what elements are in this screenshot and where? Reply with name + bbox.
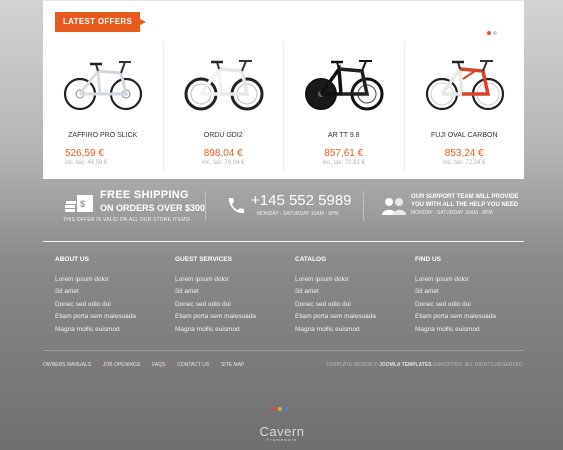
footer-link[interactable]: Lorem ipsum dolor — [55, 276, 109, 283]
footer-link[interactable]: Magna mollis euismod — [295, 326, 360, 333]
product-card[interactable]: ORDU GDI2 898,04 € inc. tax: 76,04 € — [162, 41, 284, 171]
bottom-link-job-openings[interactable]: Job Openings — [103, 362, 141, 368]
footer-divider — [43, 350, 524, 351]
footer-link[interactable]: Donec sed odio dui — [295, 301, 351, 308]
phone-hours: MONDAY - SATURDAY 10AM - 8PM — [257, 211, 339, 217]
product-name[interactable]: ZAFFIRO PRO SLICK — [43, 132, 163, 139]
section-divider — [43, 241, 524, 242]
product-list: ZAFFIRO PRO SLICK 526,59 € inc. tax: 44,… — [43, 41, 524, 171]
footer-column-guest-services: GUEST SERVICES Lorem ipsum dolor Sit ame… — [175, 256, 285, 333]
bottom-link-faqs[interactable]: FAQs — [152, 362, 165, 368]
svg-text:$: $ — [80, 199, 85, 209]
support-hours: MONDAY - SATURDAY 10AM - 8PM — [411, 210, 493, 216]
phone-icon — [228, 198, 244, 214]
pager-dot[interactable] — [493, 31, 497, 35]
footer-link[interactable]: Magna mollis euismod — [415, 326, 480, 333]
latest-offers-panel: Latest Offers ZAFFIRO PRO SLICK 526,59 €… — [43, 0, 524, 179]
footer-link[interactable]: Magna mollis euismod — [175, 326, 240, 333]
footer-link[interactable]: Donec sed odio dui — [55, 301, 111, 308]
product-card[interactable]: AR TT 9.8 857,61 € inc. tax: 72,61 € — [283, 41, 404, 171]
bottom-link-owners-manuals[interactable]: Owners Manuals — [43, 362, 91, 368]
copyright-credits: Template design © Joomla Templates Gavic… — [326, 362, 524, 368]
separator-dot: • — [96, 362, 98, 368]
footer-column-find-us: FIND US Lorem ipsum dolor Sit amet Donec… — [415, 256, 525, 333]
color-dot-orange[interactable] — [278, 407, 282, 411]
footer-column-about: ABOUT US Lorem ipsum dolor Sit amet Done… — [55, 256, 165, 333]
separator-dot: • — [214, 362, 217, 368]
footer-link[interactable]: Lorem ipsum dolor — [295, 276, 349, 283]
product-price: 857,61 € — [324, 148, 364, 159]
coins-icon: $ — [65, 195, 93, 212]
footer-link[interactable]: Donec sed odio dui — [175, 301, 231, 308]
offers-pager — [485, 22, 497, 40]
footer-column-title: ABOUT US — [55, 256, 89, 263]
footer-link[interactable]: Magna mollis euismod — [55, 326, 120, 333]
shipping-subtitle: ON ORDERS OVER $300 — [100, 203, 206, 213]
bike-image[interactable] — [425, 49, 505, 119]
footer-link[interactable]: Donec sed odio dui — [415, 301, 471, 308]
product-card[interactable]: ZAFFIRO PRO SLICK 526,59 € inc. tax: 44,… — [43, 41, 163, 171]
phone-number[interactable]: +145 552 5989 — [251, 192, 352, 209]
product-name[interactable]: FUJI OVAL CARBON — [405, 132, 525, 139]
product-name[interactable]: AR TT 9.8 — [284, 132, 404, 139]
footer-column-title: GUEST SERVICES — [175, 256, 232, 263]
support-line-2: YOU WITH ALL THE HELP YOU NEED — [411, 202, 519, 208]
footer-link[interactable]: Sit amet — [175, 288, 199, 295]
product-price: 853,24 € — [444, 148, 484, 159]
product-tax: inc. tax: 72,61 € — [322, 160, 365, 166]
feature-divider — [363, 191, 364, 221]
credits-suffix: GavickPro. All rights reserved. — [432, 362, 524, 368]
footer-link[interactable]: Sit amet — [295, 288, 319, 295]
footer-link[interactable]: Etiam porta sem malesuada — [175, 313, 256, 320]
footer-link[interactable]: Sit amet — [415, 288, 439, 295]
product-card[interactable]: FUJI OVAL CARBON 853,24 € inc. tax: 72,2… — [403, 41, 525, 171]
style-switcher-dots — [271, 398, 292, 416]
footer-link[interactable]: Lorem ipsum dolor — [415, 276, 469, 283]
cavern-logo[interactable]: Cavern Framework — [252, 424, 312, 442]
product-tax: inc. tax: 72,24 € — [443, 160, 486, 166]
bike-image[interactable] — [304, 49, 384, 119]
color-dot-red[interactable] — [271, 407, 275, 411]
support-team-icon — [382, 198, 406, 215]
latest-offers-title: Latest Offers — [55, 12, 147, 32]
bike-image[interactable] — [63, 49, 143, 119]
footer-link[interactable]: Lorem ipsum dolor — [175, 276, 229, 283]
bottom-link-contact-us[interactable]: Contact Us — [177, 362, 209, 368]
pager-dot-active[interactable] — [487, 31, 491, 35]
features-strip: $ FREE SHIPPING ON ORDERS OVER $300 THIS… — [43, 183, 524, 229]
footer-link[interactable]: Etiam porta sem malesuada — [295, 313, 376, 320]
product-tax: inc. tax: 76,04 € — [202, 160, 245, 166]
product-name[interactable]: ORDU GDI2 — [164, 132, 284, 139]
credits-prefix: Template design © — [326, 362, 378, 368]
bottom-link-site-map[interactable]: Site Map — [221, 362, 244, 368]
footer-link[interactable]: Sit amet — [55, 288, 79, 295]
product-tax: inc. tax: 44,59 € — [65, 160, 108, 166]
product-price: 526,59 € — [65, 148, 104, 159]
credits-link[interactable]: Joomla Templates — [379, 362, 432, 368]
footer-column-title: FIND US — [415, 256, 441, 263]
bike-image[interactable] — [184, 49, 264, 119]
color-dot-blue[interactable] — [285, 407, 289, 411]
footer-column-title: CATALOG — [295, 256, 327, 263]
footer-link[interactable]: Etiam porta sem malesuada — [55, 313, 136, 320]
support-line-1: OUR SUPPORT TEAM WILL PROVIDE — [411, 194, 519, 200]
footer-link[interactable]: Etiam porta sem malesuada — [415, 313, 496, 320]
shipping-title: FREE SHIPPING — [100, 189, 189, 201]
shipping-note: THIS OFFER IS VALID ON ALL OUR STORE ITE… — [63, 217, 191, 223]
bottom-nav: Owners Manuals • Job Openings • FAQs • Contact… — [43, 362, 244, 368]
feature-divider — [205, 191, 206, 221]
footer-column-catalog: CATALOG Lorem ipsum dolor Sit amet Donec… — [295, 256, 405, 333]
separator-dot: • — [170, 362, 173, 368]
separator-dot: • — [145, 362, 148, 368]
product-price: 898,04 € — [203, 148, 243, 159]
